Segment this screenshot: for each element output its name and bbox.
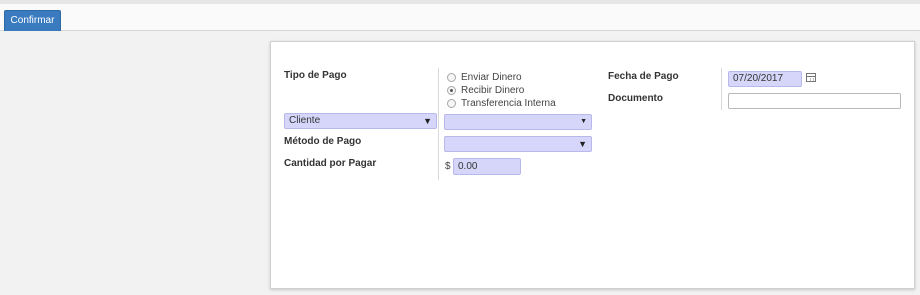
radio-unchecked-icon[interactable] xyxy=(447,72,456,82)
caret-down-icon[interactable]: ▼ xyxy=(580,115,587,129)
radio-enviar-dinero[interactable]: Enviar Dinero xyxy=(447,71,522,83)
fecha-pago-label: Fecha de Pago xyxy=(608,71,679,82)
caret-down-icon[interactable]: ▼ xyxy=(578,137,587,151)
radio-label: Transferencia Interna xyxy=(461,97,556,109)
radio-checked-icon[interactable] xyxy=(447,85,456,95)
metodo-pago-label: Método de Pago xyxy=(284,136,362,147)
amount-input[interactable]: 0.00 xyxy=(453,158,521,175)
partner-type-select[interactable]: Cliente ▼ xyxy=(284,113,437,129)
radio-unchecked-icon[interactable] xyxy=(447,98,456,108)
control-panel: Confirmar xyxy=(0,4,920,32)
caret-down-icon[interactable]: ▼ xyxy=(423,114,432,128)
calendar-icon[interactable] xyxy=(806,73,816,82)
column-separator xyxy=(721,68,722,110)
radio-label: Recibir Dinero xyxy=(461,84,525,96)
partner-select[interactable]: ▼ xyxy=(444,114,592,130)
cantidad-label: Cantidad por Pagar xyxy=(284,158,377,169)
payment-method-select[interactable]: ▼ xyxy=(444,136,592,152)
document-input[interactable] xyxy=(728,93,901,109)
column-separator xyxy=(438,68,439,180)
documento-label: Documento xyxy=(608,93,663,104)
tipo-pago-label: Tipo de Pago xyxy=(284,70,347,81)
confirm-button[interactable]: Confirmar xyxy=(4,10,61,32)
partner-type-value: Cliente xyxy=(289,115,321,126)
payment-date-input[interactable]: 07/20/2017 xyxy=(728,71,802,87)
payment-date-value: 07/20/2017 xyxy=(733,73,784,84)
radio-label: Enviar Dinero xyxy=(461,71,522,83)
radio-transferencia-interna[interactable]: Transferencia Interna xyxy=(447,97,556,109)
radio-recibir-dinero[interactable]: Recibir Dinero xyxy=(447,84,524,96)
amount-value: 0.00 xyxy=(458,161,478,172)
currency-symbol: $ xyxy=(445,161,451,172)
